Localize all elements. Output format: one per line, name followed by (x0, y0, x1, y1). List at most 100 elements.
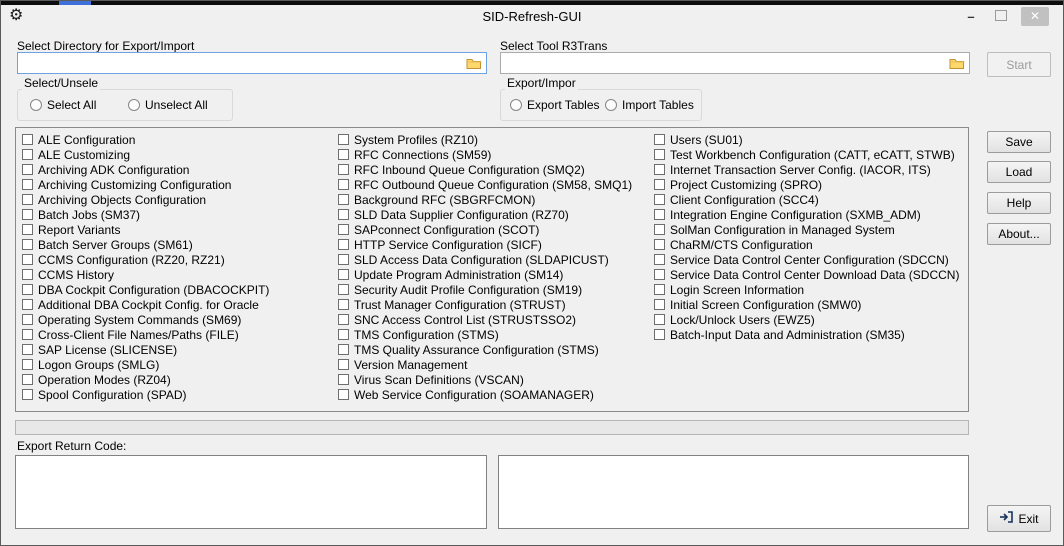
checkbox[interactable] (338, 374, 349, 385)
checkbox-item[interactable]: Logon Groups (SMLG) (22, 357, 334, 372)
checkbox-item[interactable]: CCMS History (22, 267, 334, 282)
checkbox-item[interactable]: Archiving Customizing Configuration (22, 177, 334, 192)
radio-import-tables[interactable]: Import Tables (605, 98, 694, 112)
checkbox-item[interactable]: Client Configuration (SCC4) (654, 192, 966, 207)
checkbox-item[interactable]: SNC Access Control List (STRUSTSSO2) (338, 312, 650, 327)
checkbox-item[interactable]: Archiving ADK Configuration (22, 162, 334, 177)
tool-input[interactable] (501, 53, 943, 73)
checkbox[interactable] (654, 164, 665, 175)
checkbox-item[interactable]: RFC Connections (SM59) (338, 147, 650, 162)
checkbox-item[interactable]: Project Customizing (SPRO) (654, 177, 966, 192)
checkbox[interactable] (338, 299, 349, 310)
checkbox-item[interactable]: Integration Engine Configuration (SXMB_A… (654, 207, 966, 222)
checkbox[interactable] (338, 314, 349, 325)
checkbox[interactable] (654, 194, 665, 205)
help-button[interactable]: Help (987, 192, 1051, 214)
minimize-button[interactable]: – (957, 7, 985, 26)
checkbox-item[interactable]: Batch Jobs (SM37) (22, 207, 334, 222)
checkbox[interactable] (654, 134, 665, 145)
checkbox-item[interactable]: Archiving Objects Configuration (22, 192, 334, 207)
checkbox-item[interactable]: RFC Outbound Queue Configuration (SM58, … (338, 177, 650, 192)
checkbox[interactable] (654, 224, 665, 235)
output-textbox-left[interactable] (15, 455, 487, 529)
checkbox[interactable] (22, 179, 33, 190)
checkbox-item[interactable]: SAP License (SLICENSE) (22, 342, 334, 357)
checkbox-item[interactable]: CCMS Configuration (RZ20, RZ21) (22, 252, 334, 267)
checkbox[interactable] (22, 389, 33, 400)
checkbox[interactable] (338, 194, 349, 205)
checkbox-item[interactable]: Background RFC (SBGRFCMON) (338, 192, 650, 207)
browse-directory-button[interactable] (462, 54, 485, 72)
checkbox[interactable] (338, 134, 349, 145)
checkbox-item[interactable]: Login Screen Information (654, 282, 966, 297)
checkbox[interactable] (338, 254, 349, 265)
checkbox[interactable] (22, 374, 33, 385)
checkbox[interactable] (22, 359, 33, 370)
checkbox-item[interactable]: SLD Data Supplier Configuration (RZ70) (338, 207, 650, 222)
checkbox-item[interactable]: Version Management (338, 357, 650, 372)
checkbox[interactable] (338, 164, 349, 175)
checkbox-item[interactable]: Initial Screen Configuration (SMW0) (654, 297, 966, 312)
checkbox[interactable] (654, 314, 665, 325)
checkbox[interactable] (22, 299, 33, 310)
checkbox[interactable] (338, 344, 349, 355)
browse-tool-button[interactable] (945, 54, 968, 72)
checkbox-item[interactable]: TMS Configuration (STMS) (338, 327, 650, 342)
checkbox-item[interactable]: RFC Inbound Queue Configuration (SMQ2) (338, 162, 650, 177)
checkbox-item[interactable]: Additional DBA Cockpit Config. for Oracl… (22, 297, 334, 312)
radio-circle[interactable] (605, 99, 617, 111)
checkbox-item[interactable]: Internet Transaction Server Config. (IAC… (654, 162, 966, 177)
checkbox-item[interactable]: ALE Customizing (22, 147, 334, 162)
checkbox-item[interactable]: Report Variants (22, 222, 334, 237)
checkbox[interactable] (654, 179, 665, 190)
checkbox[interactable] (22, 149, 33, 160)
checkbox-item[interactable]: SAPconnect Configuration (SCOT) (338, 222, 650, 237)
checkbox-item[interactable]: Operation Modes (RZ04) (22, 372, 334, 387)
checkbox[interactable] (654, 269, 665, 280)
checkbox-item[interactable]: Update Program Administration (SM14) (338, 267, 650, 282)
about-button[interactable]: About... (987, 223, 1051, 245)
checkbox[interactable] (338, 359, 349, 370)
radio-unselect-all[interactable]: Unselect All (128, 98, 208, 112)
checkbox-item[interactable]: HTTP Service Configuration (SICF) (338, 237, 650, 252)
checkbox-item[interactable]: Cross-Client File Names/Paths (FILE) (22, 327, 334, 342)
radio-circle[interactable] (128, 99, 140, 111)
checkbox-item[interactable]: Virus Scan Definitions (VSCAN) (338, 372, 650, 387)
directory-input[interactable] (18, 53, 460, 73)
radio-circle[interactable] (30, 99, 42, 111)
checkbox[interactable] (654, 239, 665, 250)
exit-button[interactable]: Exit (987, 505, 1051, 532)
checkbox[interactable] (22, 314, 33, 325)
checkbox[interactable] (22, 209, 33, 220)
checkbox[interactable] (22, 194, 33, 205)
checkbox-item[interactable]: Batch Server Groups (SM61) (22, 237, 334, 252)
checkbox-item[interactable]: Spool Configuration (SPAD) (22, 387, 334, 402)
checkbox[interactable] (338, 269, 349, 280)
checkbox-item[interactable]: Service Data Control Center Configuratio… (654, 252, 966, 267)
checkbox[interactable] (654, 284, 665, 295)
maximize-button[interactable] (987, 7, 1015, 26)
checkbox-item[interactable]: Operating System Commands (SM69) (22, 312, 334, 327)
checkbox[interactable] (338, 224, 349, 235)
checkbox[interactable] (654, 209, 665, 220)
checkbox[interactable] (22, 344, 33, 355)
radio-export-tables[interactable]: Export Tables (510, 98, 600, 112)
checkbox[interactable] (654, 149, 665, 160)
checkbox[interactable] (338, 209, 349, 220)
radio-circle[interactable] (510, 99, 522, 111)
checkbox-item[interactable]: DBA Cockpit Configuration (DBACOCKPIT) (22, 282, 334, 297)
save-button[interactable]: Save (987, 131, 1051, 153)
checkbox[interactable] (338, 329, 349, 340)
checkbox[interactable] (22, 239, 33, 250)
start-button[interactable]: Start (987, 52, 1051, 77)
checkbox[interactable] (654, 299, 665, 310)
checkbox[interactable] (338, 149, 349, 160)
checkbox[interactable] (22, 134, 33, 145)
checkbox-item[interactable]: ChaRM/CTS Configuration (654, 237, 966, 252)
checkbox-item[interactable]: Service Data Control Center Download Dat… (654, 267, 966, 282)
checkbox-item[interactable]: Web Service Configuration (SOAMANAGER) (338, 387, 650, 402)
checkbox-item[interactable]: ALE Configuration (22, 132, 334, 147)
checkbox[interactable] (338, 389, 349, 400)
checkbox[interactable] (22, 224, 33, 235)
checkbox[interactable] (338, 179, 349, 190)
